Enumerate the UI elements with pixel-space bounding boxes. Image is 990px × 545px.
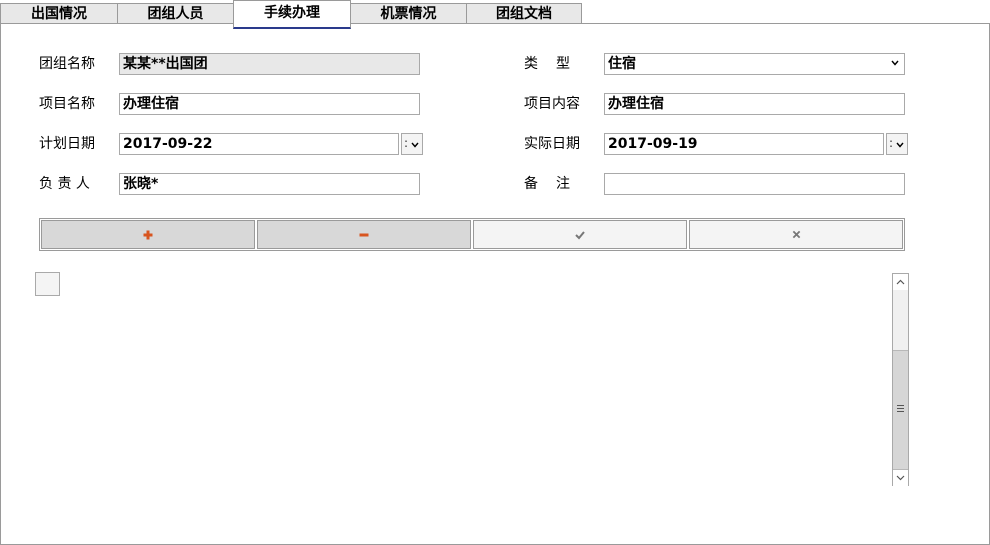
tab-group-documents[interactable]: 团组文档 <box>466 3 582 24</box>
tab-procedures[interactable]: 手续办理 <box>233 0 351 29</box>
scroll-down-button[interactable] <box>893 470 908 486</box>
tab-ticket-info[interactable]: 机票情况 <box>350 3 467 24</box>
group-name-field: 某某**出国团 <box>119 53 420 75</box>
scroll-up-button[interactable] <box>893 274 908 290</box>
tab-group-members[interactable]: 团组人员 <box>117 3 234 24</box>
delete-record-button[interactable] <box>257 220 471 249</box>
actual-date-picker-button[interactable]: : <box>886 133 908 155</box>
add-record-button[interactable] <box>41 220 255 249</box>
project-name-input[interactable]: 办理住宿 <box>119 93 420 115</box>
planned-date-picker-button[interactable]: : <box>401 133 423 155</box>
cancel-record-button[interactable] <box>689 220 903 249</box>
responsible-label: 负 责 人 <box>39 176 90 192</box>
picker-separator-icon: : <box>404 136 409 150</box>
remarks-label: 备 注 <box>524 176 572 192</box>
grip-icon <box>897 405 904 412</box>
chevron-up-icon <box>896 279 905 285</box>
tab-departure-info[interactable]: 出国情况 <box>0 3 118 24</box>
picker-separator-icon: : <box>889 136 894 150</box>
minus-icon <box>359 233 369 236</box>
close-icon <box>792 230 800 239</box>
plus-icon <box>143 230 153 239</box>
chevron-down-icon <box>896 142 904 148</box>
tab-bar: 出国情况 团组人员 手续办理 机票情况 团组文档 <box>0 0 990 29</box>
type-select[interactable]: 住宿 <box>604 53 905 75</box>
group-name-label: 团组名称 <box>39 56 95 72</box>
project-content-input[interactable]: 办理住宿 <box>604 93 905 115</box>
scroll-thumb[interactable] <box>893 350 908 470</box>
planned-date-label: 计划日期 <box>39 136 95 152</box>
actual-date-input[interactable]: 2017-09-19 <box>604 133 884 155</box>
type-select-value: 住宿 <box>608 56 636 72</box>
grid-header-corner[interactable] <box>35 272 60 296</box>
planned-date-input[interactable]: 2017-09-22 <box>119 133 399 155</box>
actual-date-label: 实际日期 <box>524 136 580 152</box>
project-name-label: 项目名称 <box>39 96 95 112</box>
save-record-button[interactable] <box>473 220 687 249</box>
responsible-input[interactable]: 张晓* <box>119 173 420 195</box>
type-label: 类 型 <box>524 56 572 72</box>
remarks-input[interactable] <box>604 173 905 195</box>
procedures-panel: 团组名称 某某**出国团 类 型 住宿 项目名称 办理住宿 项目内容 办理住宿 … <box>0 23 990 545</box>
chevron-down-icon <box>896 475 905 481</box>
chevron-down-icon <box>891 60 899 66</box>
chevron-down-icon <box>411 142 419 148</box>
record-toolbar <box>39 218 905 251</box>
grid-vertical-scrollbar[interactable] <box>892 273 909 486</box>
project-content-label: 项目内容 <box>524 96 580 112</box>
check-icon <box>575 230 585 239</box>
